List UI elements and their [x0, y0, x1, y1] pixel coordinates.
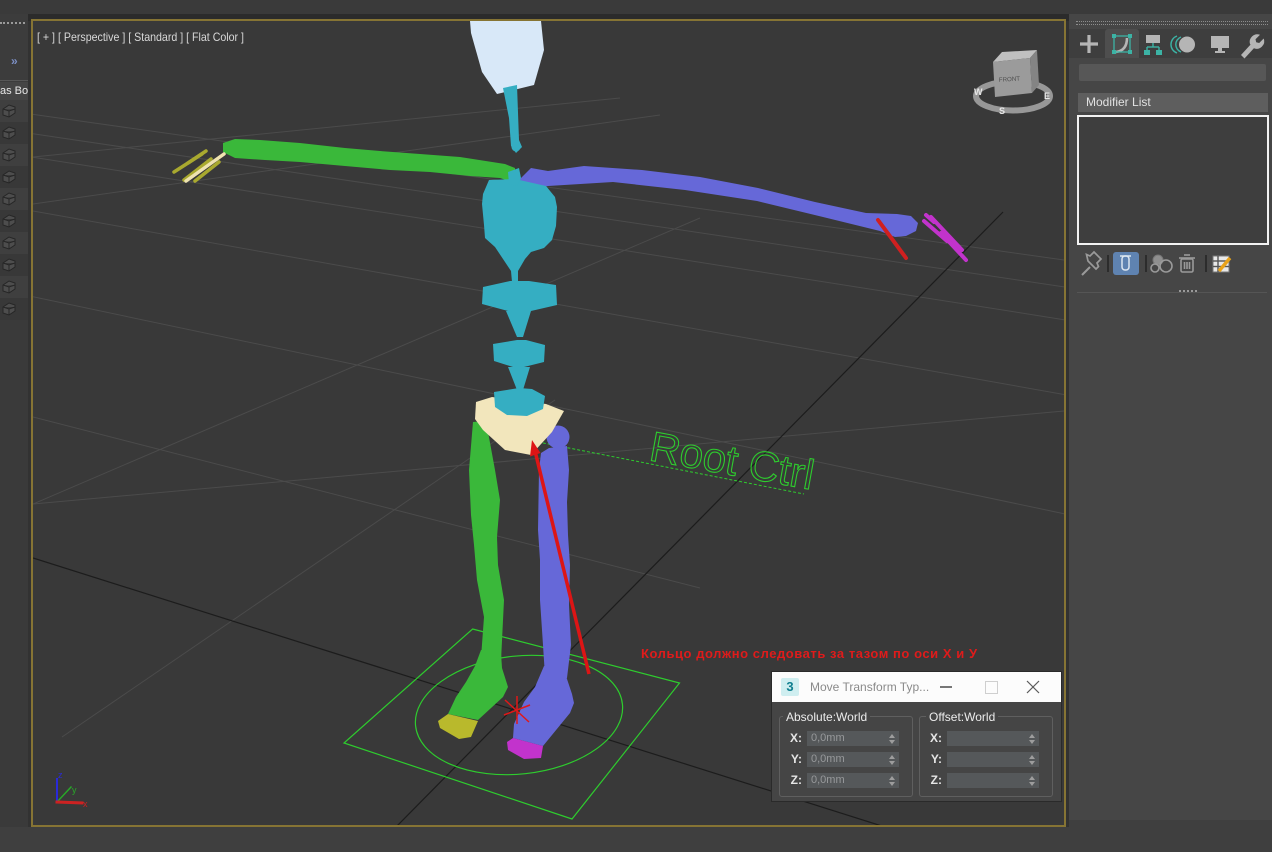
- svg-text:FRONT: FRONT: [999, 75, 1021, 83]
- svg-text:[ + ] [ Perspective ] [ Standa: [ + ] [ Perspective ] [ Standard ] [ Fla…: [37, 30, 244, 44]
- svg-text:y: y: [72, 785, 77, 795]
- svg-text:E: E: [1044, 91, 1050, 101]
- svg-text:x: x: [83, 799, 88, 809]
- svg-text:W: W: [974, 87, 983, 97]
- svg-text:S: S: [999, 106, 1005, 116]
- svg-text:Кольцо должно следовать за таз: Кольцо должно следовать за тазом по оси …: [641, 646, 978, 661]
- svg-text:z: z: [58, 770, 63, 780]
